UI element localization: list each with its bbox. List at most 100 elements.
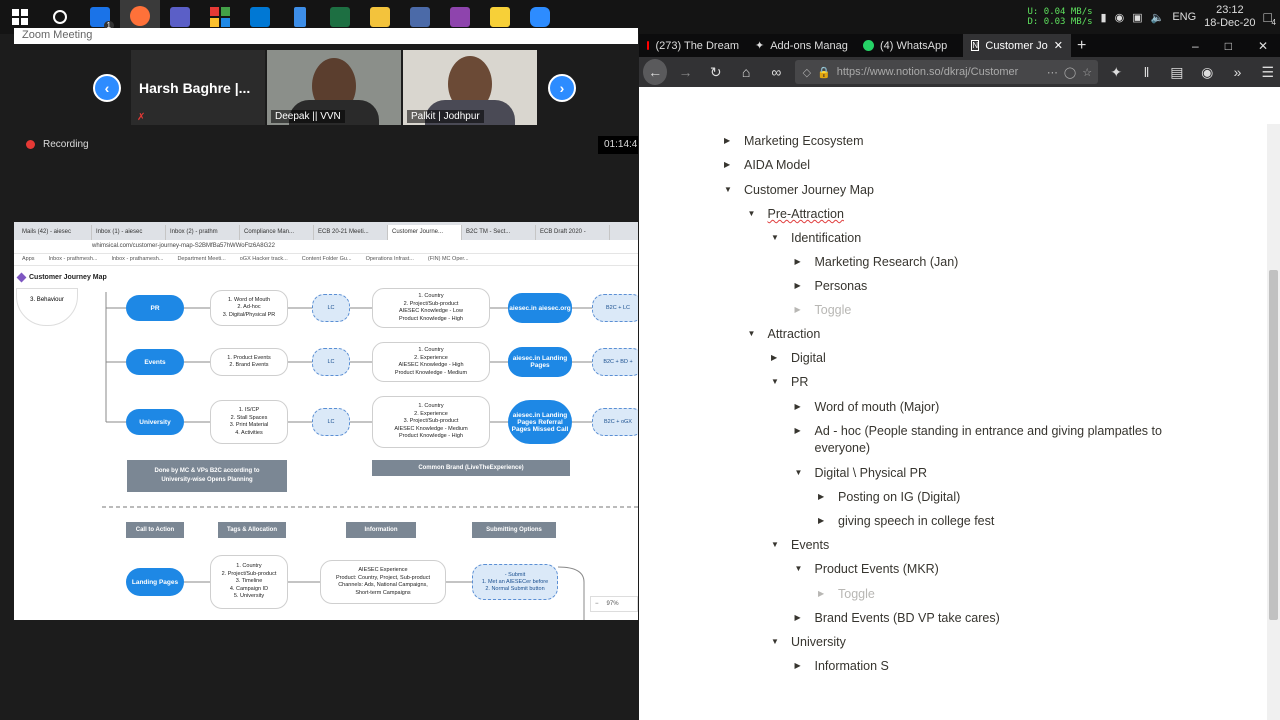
recording-indicator[interactable]: Recording [26,139,89,150]
scrollbar[interactable] [1267,124,1280,720]
knowledge-node[interactable]: 1. Country 2. Experience 3. Project/Sub-… [372,396,490,448]
header-submitting-options[interactable]: Submitting Options [472,522,556,538]
toggle-arrow-icon[interactable]: ▼ [795,465,803,481]
more-icon[interactable]: ⋯ [1047,66,1058,79]
toggle-arrow-icon[interactable]: ▶ [795,658,801,674]
lc-node[interactable]: LC [312,408,350,436]
toggle-arrow-icon[interactable]: ▼ [795,561,803,577]
destination-node[interactable]: aiesec.in aiesec.org [508,293,572,323]
home-icon[interactable]: ⌂ [734,59,758,85]
battery-icon[interactable]: ▣ [1132,11,1142,24]
knowledge-node[interactable]: 1. Country 2. Experience AIESEC Knowledg… [372,342,490,382]
toggle-item[interactable]: Events [791,537,829,553]
toggle-item[interactable]: Information S [815,658,889,674]
tab-youtube[interactable]: (273) The Dream [639,34,747,57]
menu-icon[interactable]: ☰ [1256,59,1280,85]
toggle-item[interactable]: Identification [791,230,861,246]
header-tags-allocation[interactable]: Tags & Allocation [218,522,286,538]
lc-node[interactable]: LC [312,348,350,376]
wifi-icon[interactable]: ◉ [1115,11,1125,24]
landing-pages-node[interactable]: Landing Pages [126,568,184,596]
pr-node[interactable]: PR [126,295,184,321]
common-brand-note[interactable]: Common Brand (LiveTheExperience) [372,460,570,476]
toggle-arrow-icon[interactable]: ▶ [818,513,824,529]
forward-icon[interactable]: → [673,59,697,85]
tags-node[interactable]: 1. Country 2. Project/Sub-product 3. Tim… [210,555,288,609]
close-tab-icon[interactable]: ✕ [1054,39,1063,52]
toggle-arrow-icon[interactable]: ▼ [771,230,779,246]
maximize-icon[interactable]: □ [1225,39,1232,53]
header-information[interactable]: Information [346,522,416,538]
url-bar[interactable]: ◇ 🔒 https://www.notion.so/dkraj/Customer… [794,60,1099,84]
toggle-arrow-icon[interactable]: ▼ [771,634,779,650]
tab-whatsapp[interactable]: (4) WhatsApp [855,34,963,57]
next-participants-button[interactable]: › [548,74,576,102]
back-icon[interactable]: ← [643,59,668,85]
toggle-item[interactable]: Posting on IG (Digital) [838,489,960,505]
toggle-item[interactable]: Marketing Research (Jan) [815,254,959,270]
volume-icon[interactable]: 🔈 [1151,11,1165,24]
events-node[interactable]: Events [126,349,184,375]
events-items-node[interactable]: 1. Product Events 2. Brand Events [210,348,288,376]
knowledge-node[interactable]: 1. Country 2. Project/Sub-product AIESEC… [372,288,490,328]
toggle-item[interactable]: Brand Events (BD VP take cares) [815,610,1000,626]
pr-items-node[interactable]: 1. Word of Mouth 2. Ad-hoc 3. Digital/Ph… [210,290,288,326]
toggle-arrow-icon[interactable]: ▼ [748,326,756,342]
notification-icon[interactable]: □ 4 [1264,9,1276,27]
destination-node[interactable]: aiesec.in Landing Pages [508,347,572,377]
library-icon[interactable]: ‖ [1134,59,1158,85]
toggle-arrow-icon[interactable]: ▶ [795,399,801,415]
toggle-item[interactable]: Digital \ Physical PR [815,465,928,481]
microphone-icon[interactable]: ▮ [1101,11,1107,24]
language-indicator[interactable]: ENG [1172,11,1196,23]
toggle-item[interactable]: Customer Journey Map [744,182,874,198]
toggle-item[interactable]: University [791,634,846,650]
toggle-item[interactable]: Attraction [768,326,821,342]
new-tab-icon[interactable]: + [1077,37,1086,55]
toggle-arrow-icon[interactable]: ▶ [818,489,824,505]
toggle-item[interactable]: Pre-Attraction [768,206,844,222]
account-icon[interactable]: ◉ [1195,59,1219,85]
toggle-item[interactable]: Personas [815,278,868,294]
submit-node[interactable]: - Submit 1. Met an AIESECer before 2. No… [472,564,558,600]
toggle-arrow-icon[interactable]: ▶ [795,278,801,294]
toggle-item[interactable]: Digital [791,350,826,366]
toggle-arrow-icon[interactable]: ▶ [724,133,730,149]
clock[interactable]: 23:12 18-Dec-20 [1204,4,1255,30]
star-icon[interactable]: ☆ [1082,66,1098,79]
header-call-to-action[interactable]: Call to Action [126,522,184,538]
toggle-arrow-icon[interactable]: ▼ [771,537,779,553]
previous-participants-button[interactable]: ‹ [93,74,121,102]
b2c-node[interactable]: B2C + LC [592,294,638,322]
toggle-item[interactable]: giving speech in college fest [838,513,994,529]
tab-notion[interactable]: N Customer Jo ✕ [963,34,1071,57]
information-node[interactable]: AIESEC Experience Product: Country, Proj… [320,560,446,604]
toggle-arrow-icon[interactable]: ▶ [795,302,801,318]
toggle-arrow-icon[interactable]: ▼ [724,182,732,198]
toggle-arrow-icon[interactable]: ▶ [795,423,801,439]
toggle-item[interactable]: Toggle [815,302,852,318]
toggle-item[interactable]: everyone) [815,440,871,456]
close-window-icon[interactable]: ✕ [1258,39,1268,53]
toggle-arrow-icon[interactable]: ▶ [771,350,777,366]
university-items-node[interactable]: 1. IS/CP 2. Stall Spaces 3. Print Materi… [210,400,288,444]
destination-node[interactable]: aiesec.in Landing Pages Referral Pages M… [508,400,572,444]
zoom-out-icon[interactable]: − [595,601,599,607]
toggle-arrow-icon[interactable]: ▼ [771,374,779,390]
toggle-arrow-icon[interactable]: ▼ [748,206,756,222]
toggle-arrow-icon[interactable]: ▶ [724,157,730,173]
b2c-node[interactable]: B2C + oGX [592,408,638,436]
university-node[interactable]: University [126,409,184,435]
scrollbar-thumb[interactable] [1269,270,1278,620]
done-by-note[interactable]: Done by MC & VPs B2C according to Univer… [127,460,287,492]
sidebar-icon[interactable]: ▤ [1165,59,1189,85]
extensions-icon[interactable]: ✦ [1104,59,1128,85]
toggle-arrow-icon[interactable]: ▶ [795,610,801,626]
minimize-icon[interactable]: – [1192,39,1199,53]
toggle-item[interactable]: Marketing Ecosystem [744,133,863,149]
toggle-item[interactable]: AIDA Model [744,157,810,173]
lc-node[interactable]: LC [312,294,350,322]
b2c-node[interactable]: B2C + BD + [592,348,638,376]
pocket-icon[interactable]: ◯ [1064,66,1076,79]
board-zoom-control[interactable]: − 97% [590,596,638,612]
